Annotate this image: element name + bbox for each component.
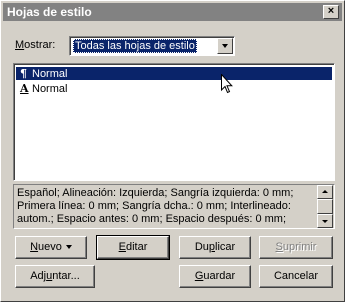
style-list-item[interactable]: ¶ Normal [16, 67, 332, 80]
style-name: Normal [32, 68, 68, 80]
caret-down-icon [65, 245, 72, 249]
show-filter-dropdown[interactable]: Todas las hojas de estilo [69, 36, 235, 56]
arrow-down-icon [322, 220, 328, 223]
scroll-up-button[interactable] [317, 185, 333, 199]
character-style-icon: A [20, 82, 29, 95]
close-icon: × [327, 5, 335, 17]
edit-button[interactable]: Editar [96, 235, 170, 260]
style-name: Normal [32, 83, 68, 95]
save-button[interactable]: Guardar [179, 265, 251, 288]
style-list[interactable]: ¶ Normal A Normal [13, 63, 335, 181]
dropdown-arrow-button[interactable] [217, 38, 233, 54]
new-button[interactable]: Nuevo [15, 236, 87, 259]
mouse-pointer-icon [221, 74, 233, 94]
scroll-thumb[interactable] [317, 199, 333, 214]
duplicate-button[interactable]: Duplicar [179, 236, 251, 259]
style-list-item[interactable]: A Normal [16, 82, 332, 95]
description-scrollbar[interactable] [317, 185, 333, 228]
window-title: Hojas de estilo [7, 5, 92, 19]
scroll-down-button[interactable] [317, 214, 333, 228]
paragraph-style-icon: ¶ [20, 67, 27, 80]
delete-button[interactable]: Suprimir [259, 236, 333, 259]
cancel-button[interactable]: Cancelar [259, 265, 333, 288]
arrow-up-icon [322, 190, 328, 193]
attach-button[interactable]: Adjuntar... [15, 265, 95, 288]
style-description-box: Español; Alineación: Izquierda; Sangría … [13, 184, 335, 229]
close-button[interactable]: × [323, 5, 339, 19]
show-label: Mostrar: [15, 39, 56, 51]
show-filter-value: Todas las hojas de estilo [73, 39, 197, 53]
title-bar: Hojas de estilo × [3, 3, 342, 21]
style-sheets-dialog: Hojas de estilo × Mostrar: Todas las hoj… [0, 0, 345, 302]
chevron-down-icon [222, 44, 228, 48]
style-description-text: Español; Alineación: Izquierda; Sangría … [17, 187, 294, 225]
